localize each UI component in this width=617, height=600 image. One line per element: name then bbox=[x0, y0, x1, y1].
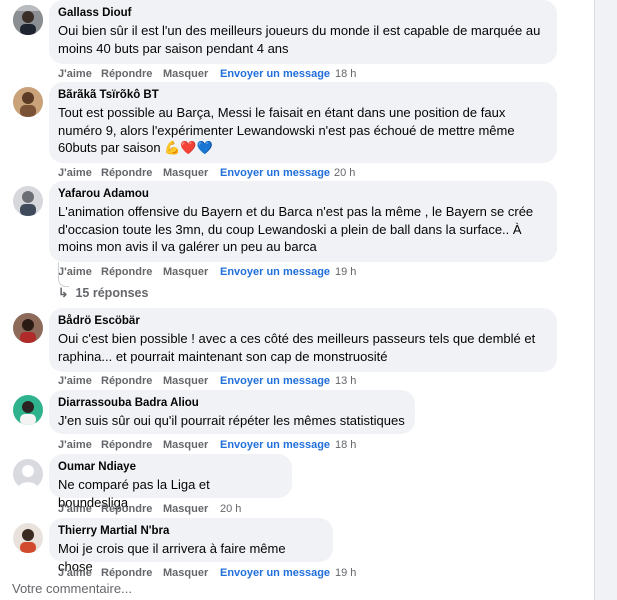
reply-button[interactable]: Répondre bbox=[101, 566, 152, 580]
replies-count: 15 réponses bbox=[75, 286, 149, 300]
timestamp[interactable]: 18 h bbox=[335, 67, 356, 81]
comment-bubble: Thierry Martial N'bra Moi je crois que i… bbox=[49, 518, 333, 574]
send-message-button[interactable]: Envoyer un message bbox=[220, 566, 330, 580]
send-message-button[interactable]: Envoyer un message bbox=[220, 438, 330, 452]
avatar[interactable] bbox=[13, 395, 43, 425]
timestamp[interactable]: 20 h bbox=[334, 166, 355, 180]
reply-arrow-icon: ↳ bbox=[58, 286, 69, 300]
hide-button[interactable]: Masquer bbox=[163, 374, 208, 388]
timestamp[interactable]: 13 h bbox=[335, 374, 356, 388]
timestamp[interactable]: 19 h bbox=[335, 566, 356, 580]
like-button[interactable]: J'aime bbox=[58, 374, 92, 388]
avatar[interactable] bbox=[13, 523, 43, 553]
hide-button[interactable]: Masquer bbox=[163, 166, 208, 180]
reply-button[interactable]: Répondre bbox=[101, 265, 152, 279]
reply-button[interactable]: Répondre bbox=[101, 502, 152, 516]
comment-bubble: Bãrãkã Tsïrõkô BT Tout est possible au B… bbox=[49, 82, 557, 163]
comment-text: Oui c'est bien possible ! avec a ces côt… bbox=[58, 331, 536, 364]
like-button[interactable]: J'aime bbox=[58, 566, 92, 580]
send-message-button[interactable]: Envoyer un message bbox=[220, 166, 330, 180]
hide-button[interactable]: Masquer bbox=[163, 265, 208, 279]
like-button[interactable]: J'aime bbox=[58, 166, 92, 180]
hide-button[interactable]: Masquer bbox=[163, 566, 208, 580]
comment-author[interactable]: Oumar Ndiaye bbox=[58, 460, 282, 474]
comment-author[interactable]: Yafarou Adamou bbox=[58, 187, 547, 201]
comment-author[interactable]: Bãrãkã Tsïrõkô BT bbox=[58, 88, 547, 102]
reply-button[interactable]: Répondre bbox=[101, 67, 152, 81]
comment-input[interactable]: Votre commentaire... bbox=[12, 581, 132, 596]
comment-text: L'animation offensive du Bayern et du Ba… bbox=[58, 204, 534, 254]
comment-text: Oui bien sûr il est l'un des meilleurs j… bbox=[58, 23, 541, 56]
send-message-button[interactable]: Envoyer un message bbox=[220, 67, 330, 81]
like-button[interactable]: J'aime bbox=[58, 502, 92, 516]
comment-author[interactable]: Gallass Diouf bbox=[58, 6, 547, 20]
like-button[interactable]: J'aime bbox=[58, 438, 92, 452]
comment-bubble: Diarrassouba Badra Aliou J'en suis sûr o… bbox=[49, 390, 415, 434]
timestamp[interactable]: 20 h bbox=[220, 502, 241, 516]
hide-button[interactable]: Masquer bbox=[163, 438, 208, 452]
comment-bubble: Bådrö Escöbär Oui c'est bien possible ! … bbox=[49, 308, 557, 372]
like-button[interactable]: J'aime bbox=[58, 67, 92, 81]
comment-bubble: Oumar Ndiaye Ne comparé pas la Liga et b… bbox=[49, 454, 292, 510]
view-replies-link[interactable]: ↳ 15 réponses bbox=[58, 285, 148, 300]
avatar[interactable] bbox=[13, 5, 43, 35]
avatar[interactable] bbox=[13, 186, 43, 216]
send-message-button[interactable]: Envoyer un message bbox=[220, 265, 330, 279]
avatar[interactable] bbox=[13, 459, 43, 489]
reply-button[interactable]: Répondre bbox=[101, 438, 152, 452]
hide-button[interactable]: Masquer bbox=[163, 67, 208, 81]
avatar[interactable] bbox=[13, 313, 43, 343]
scrollbar[interactable] bbox=[594, 0, 617, 600]
avatar[interactable] bbox=[13, 87, 43, 117]
hide-button[interactable]: Masquer bbox=[163, 502, 208, 516]
thread-connector bbox=[58, 262, 69, 287]
reply-button[interactable]: Répondre bbox=[101, 374, 152, 388]
timestamp[interactable]: 18 h bbox=[335, 438, 356, 452]
comment-bubble: Gallass Diouf Oui bien sûr il est l'un d… bbox=[49, 0, 557, 64]
comment-author[interactable]: Thierry Martial N'bra bbox=[58, 524, 323, 538]
comment-author[interactable]: Diarrassouba Badra Aliou bbox=[58, 396, 405, 410]
reply-button[interactable]: Répondre bbox=[101, 166, 152, 180]
comment-author[interactable]: Bådrö Escöbär bbox=[58, 314, 547, 328]
send-message-button[interactable]: Envoyer un message bbox=[220, 374, 330, 388]
comment-text: J'en suis sûr oui qu'il pourrait répéter… bbox=[58, 413, 405, 428]
comment-text: Tout est possible au Barça, Messi le fai… bbox=[58, 105, 515, 155]
timestamp[interactable]: 19 h bbox=[335, 265, 356, 279]
comment-bubble: Yafarou Adamou L'animation offensive du … bbox=[49, 181, 557, 262]
